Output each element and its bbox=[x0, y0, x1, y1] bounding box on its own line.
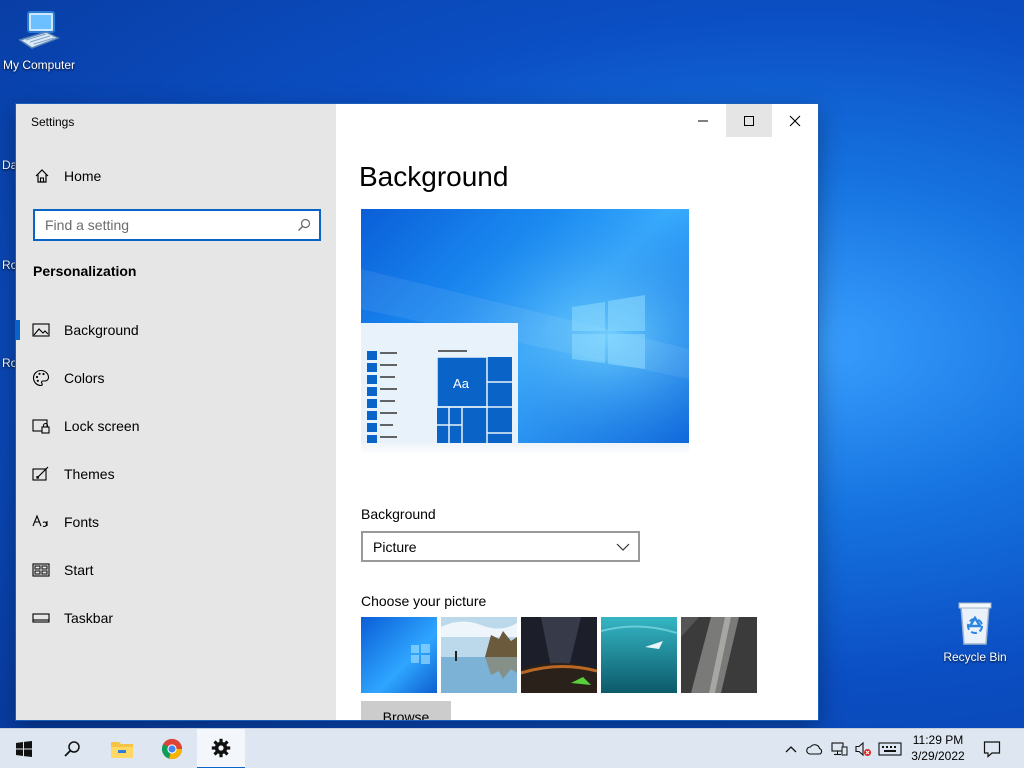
picture-thumbnail-beach[interactable] bbox=[441, 617, 517, 693]
sidebar-item-label: Themes bbox=[64, 466, 115, 482]
maximize-button[interactable] bbox=[726, 104, 772, 137]
preview-illustration: Aa bbox=[361, 209, 689, 443]
onedrive-icon bbox=[806, 744, 823, 755]
home-label: Home bbox=[64, 168, 102, 184]
lock-screen-icon bbox=[32, 417, 50, 435]
tray-overflow-button[interactable] bbox=[780, 729, 802, 768]
search-icon bbox=[64, 741, 80, 757]
picture-thumbnail-rock[interactable] bbox=[681, 617, 757, 693]
fonts-icon bbox=[32, 513, 50, 531]
settings-icon bbox=[211, 738, 231, 758]
taskbar: 11:29 PM 3/29/2022 bbox=[0, 728, 1024, 768]
clock-time: 11:29 PM bbox=[912, 733, 964, 747]
choose-picture-label: Choose your picture bbox=[361, 593, 487, 609]
chevron-down-icon bbox=[616, 543, 630, 551]
taskbar-clock[interactable]: 11:29 PM 3/29/2022 bbox=[902, 732, 974, 764]
network-icon bbox=[831, 742, 848, 756]
notification-icon bbox=[983, 741, 1001, 758]
picture-thumbnail-underwater[interactable] bbox=[601, 617, 677, 693]
tray-network[interactable] bbox=[828, 729, 850, 768]
taskbar-icon bbox=[32, 609, 50, 627]
file-explorer-icon bbox=[111, 742, 133, 758]
search-box[interactable] bbox=[33, 209, 321, 241]
home-icon bbox=[35, 169, 49, 183]
tray-volume[interactable] bbox=[852, 729, 874, 768]
sidebar-item-label: Taskbar bbox=[64, 610, 114, 626]
minimize-button[interactable] bbox=[680, 104, 726, 137]
picture-thumbnails bbox=[361, 617, 757, 693]
computer-icon bbox=[18, 11, 60, 49]
tray-onedrive[interactable] bbox=[804, 729, 826, 768]
minimize-icon bbox=[698, 120, 708, 121]
maximize-icon bbox=[744, 115, 754, 126]
picture-thumbnail-windows[interactable] bbox=[361, 617, 437, 693]
taskbar-chrome[interactable] bbox=[148, 729, 196, 768]
sidebar-nav: Background Colors Lock screen Themes Fon… bbox=[16, 306, 336, 642]
settings-content: Background Aa Background Picture Choose … bbox=[336, 104, 818, 720]
sidebar-item-background[interactable]: Background bbox=[16, 306, 336, 354]
desktop-icon-label: My Computer bbox=[2, 58, 76, 72]
close-button[interactable] bbox=[772, 104, 818, 137]
page-title: Background bbox=[359, 161, 509, 192]
dropdown-value: Picture bbox=[373, 538, 417, 555]
sidebar-item-label: Lock screen bbox=[64, 418, 140, 434]
sidebar-item-label: Fonts bbox=[64, 514, 100, 530]
taskbar-file-explorer[interactable] bbox=[98, 729, 146, 768]
chevron-up-icon bbox=[785, 746, 797, 753]
sidebar-item-colors[interactable]: Colors bbox=[16, 354, 336, 402]
sidebar-item-themes[interactable]: Themes bbox=[16, 450, 336, 498]
sidebar-item-fonts[interactable]: Fonts bbox=[16, 498, 336, 546]
keyboard-icon bbox=[878, 742, 902, 756]
section-heading: Personalization bbox=[33, 263, 137, 279]
desktop-icon-recycle-bin[interactable]: Recycle Bin bbox=[933, 600, 1017, 664]
sidebar-item-label: Start bbox=[64, 562, 94, 578]
sidebar-item-label: Colors bbox=[64, 370, 105, 386]
chrome-icon bbox=[161, 738, 183, 760]
preview-tile-text: Aa bbox=[453, 376, 470, 391]
sidebar-item-lock-screen[interactable]: Lock screen bbox=[16, 402, 336, 450]
themes-icon bbox=[32, 465, 50, 483]
recycle-bin-icon bbox=[958, 602, 992, 645]
clock-date: 3/29/2022 bbox=[911, 749, 965, 763]
start-button[interactable] bbox=[0, 729, 48, 768]
window-controls bbox=[680, 104, 818, 137]
browse-button[interactable]: Browse bbox=[361, 701, 451, 720]
settings-sidebar: Settings Home Personalization Background bbox=[16, 104, 336, 720]
taskbar-search-button[interactable] bbox=[48, 729, 96, 768]
background-type-label: Background bbox=[361, 506, 436, 522]
search-input[interactable] bbox=[45, 217, 285, 233]
picture-thumbnail-night-sky[interactable] bbox=[521, 617, 597, 693]
sidebar-item-start[interactable]: Start bbox=[16, 546, 336, 594]
start-icon bbox=[16, 741, 32, 757]
settings-window: Settings Home Personalization Background bbox=[16, 104, 818, 720]
close-icon bbox=[789, 115, 801, 126]
sidebar-item-label: Background bbox=[64, 322, 139, 338]
taskbar-settings[interactable] bbox=[197, 729, 245, 768]
volume-muted-icon bbox=[855, 741, 871, 757]
search-icon[interactable] bbox=[297, 218, 311, 232]
background-type-dropdown[interactable]: Picture bbox=[361, 531, 640, 562]
background-preview: Aa bbox=[361, 209, 689, 443]
tray-keyboard[interactable] bbox=[876, 729, 904, 768]
background-icon bbox=[32, 321, 50, 339]
home-link[interactable]: Home bbox=[34, 168, 101, 184]
start-icon bbox=[32, 561, 50, 579]
desktop-icon-my-computer[interactable]: My Computer bbox=[0, 10, 81, 72]
desktop-icon-label: Recycle Bin bbox=[943, 650, 1007, 664]
action-center-button[interactable] bbox=[978, 729, 1006, 768]
palette-icon bbox=[32, 369, 50, 387]
sidebar-item-taskbar[interactable]: Taskbar bbox=[16, 594, 336, 642]
window-title: Settings bbox=[31, 115, 75, 129]
preview-shadow bbox=[361, 443, 689, 455]
